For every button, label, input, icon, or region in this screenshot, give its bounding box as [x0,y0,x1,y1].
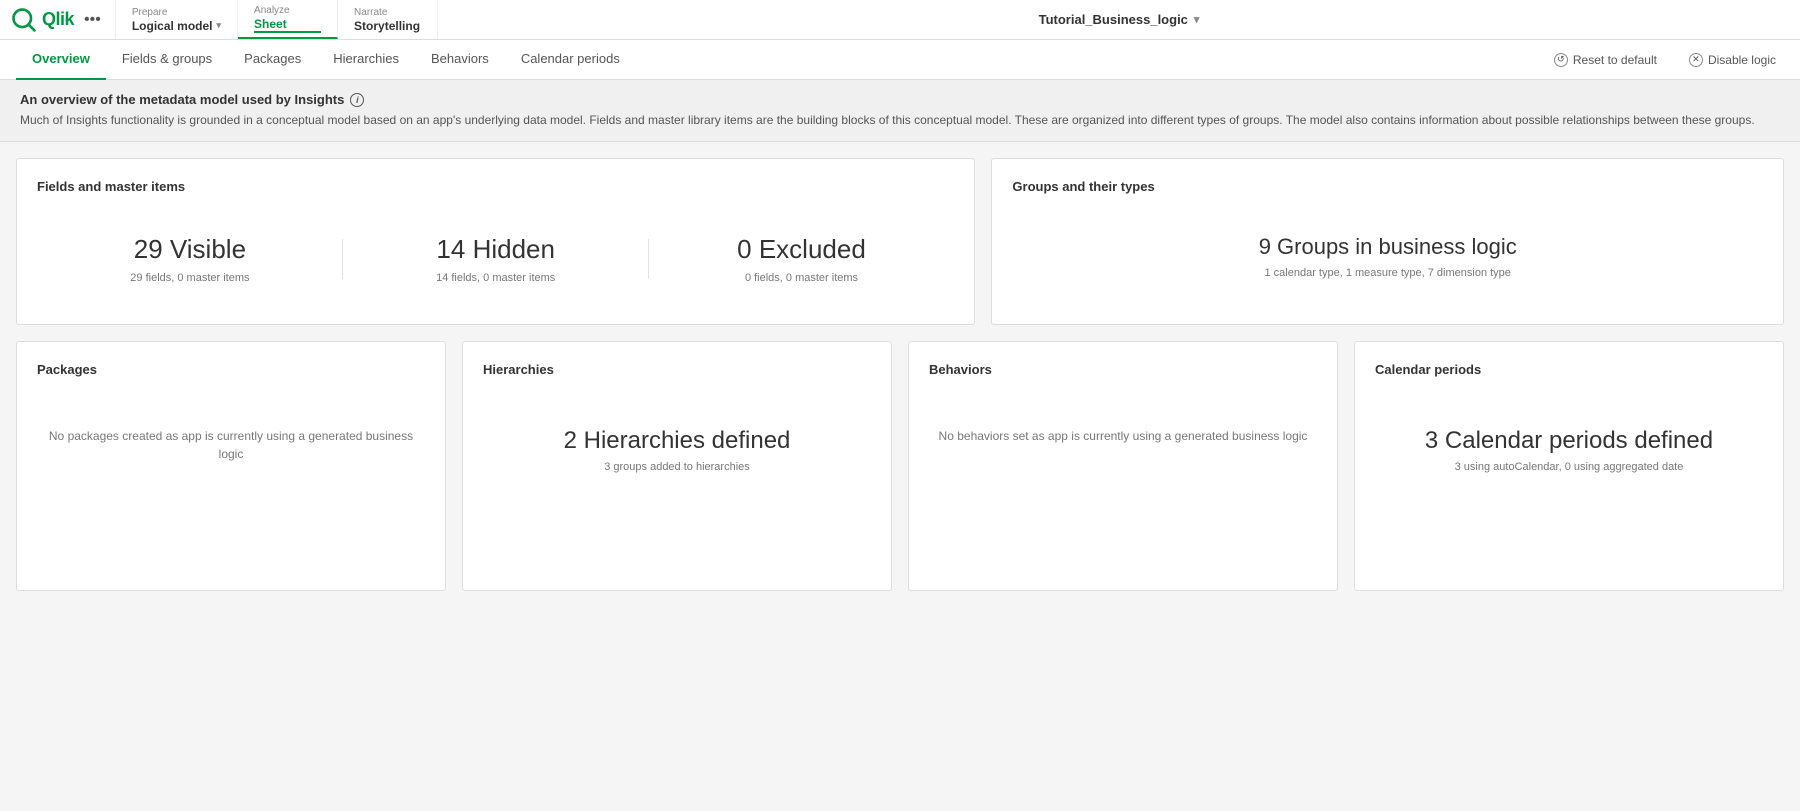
excluded-number: 0 Excluded [649,234,955,265]
calendar-periods-content: 3 Calendar periods defined 3 using autoC… [1375,407,1763,493]
info-banner: An overview of the metadata model used b… [0,80,1800,142]
tab-fields-groups[interactable]: Fields & groups [106,40,228,80]
tab-overview[interactable]: Overview [16,40,106,80]
prepare-dropdown-arrow: ▾ [217,20,222,31]
groups-card: Groups and their types 9 Groups in busin… [991,158,1784,325]
tab-packages[interactable]: Packages [228,40,317,80]
info-help-icon[interactable]: i [350,93,364,107]
hierarchies-card: Hierarchies 2 Hierarchies defined 3 grou… [462,341,892,591]
calendar-periods-title: Calendar periods [1375,362,1763,377]
visible-number: 29 Visible [37,234,343,265]
analyze-label: Analyze [254,5,321,17]
analyze-nav[interactable]: Analyze Sheet [238,0,338,39]
menu-dots-button[interactable]: ••• [80,9,105,31]
excluded-stat: 0 Excluded 0 fields, 0 master items [649,234,955,284]
hierarchies-sub: 3 groups added to hierarchies [604,461,750,473]
fields-master-items-card: Fields and master items 29 Visible 29 fi… [16,158,975,325]
fields-card-stats: 29 Visible 29 fields, 0 master items 14 … [37,214,954,304]
packages-content: No packages created as app is currently … [37,407,425,483]
hidden-stat: 14 Hidden 14 fields, 0 master items [343,234,649,284]
reset-to-default-button[interactable]: ↺ Reset to default [1546,49,1665,71]
groups-stat: 9 Groups in business logic 1 calendar ty… [1012,234,1763,279]
hierarchies-content: 2 Hierarchies defined 3 groups added to … [483,407,871,493]
behaviors-content: No behaviors set as app is currently usi… [929,407,1317,465]
behaviors-card: Behaviors No behaviors set as app is cur… [908,341,1338,591]
tab-hierarchies[interactable]: Hierarchies [317,40,415,80]
calendar-periods-sub: 3 using autoCalendar, 0 using aggregated… [1455,461,1684,473]
groups-card-title: Groups and their types [1012,179,1763,194]
cards-row-1: Fields and master items 29 Visible 29 fi… [16,158,1784,325]
groups-card-stats: 9 Groups in business logic 1 calendar ty… [1012,214,1763,299]
packages-title: Packages [37,362,425,377]
visible-stat: 29 Visible 29 fields, 0 master items [37,234,343,284]
behaviors-empty-text: No behaviors set as app is currently usi… [939,427,1308,445]
top-bar: Qlik ••• Prepare Logical model ▾ Analyze… [0,0,1800,40]
narrate-nav[interactable]: Narrate Storytelling [338,0,438,39]
info-banner-text: Much of Insights functionality is ground… [20,111,1780,129]
hierarchies-number: 2 Hierarchies defined [564,427,791,455]
tab-bar-right: ↺ Reset to default ✕ Disable logic [1546,49,1784,71]
narrate-label: Narrate [354,7,421,19]
hierarchies-title: Hierarchies [483,362,871,377]
hidden-number: 14 Hidden [343,234,649,265]
behaviors-title: Behaviors [929,362,1317,377]
disable-logic-button[interactable]: ✕ Disable logic [1681,49,1784,71]
packages-empty-text: No packages created as app is currently … [37,427,425,463]
calendar-periods-card: Calendar periods 3 Calendar periods defi… [1354,341,1784,591]
groups-sub: 1 calendar type, 1 measure type, 7 dimen… [1264,267,1510,279]
prepare-value: Logical model ▾ [132,19,221,33]
calendar-periods-number: 3 Calendar periods defined [1425,427,1713,455]
prepare-nav[interactable]: Prepare Logical model ▾ [116,0,238,39]
fields-card-title: Fields and master items [37,179,954,194]
cards-row-2: Packages No packages created as app is c… [16,341,1784,591]
app-title: Tutorial_Business_logic ▾ [438,0,1800,39]
logo-section: Qlik ••• [0,0,116,39]
title-dropdown-arrow[interactable]: ▾ [1194,13,1200,26]
info-banner-title: An overview of the metadata model used b… [20,92,1780,107]
disable-icon: ✕ [1689,53,1703,67]
tab-bar: Overview Fields & groups Packages Hierar… [0,40,1800,80]
qlik-logo-text: Qlik [42,9,74,30]
packages-card: Packages No packages created as app is c… [16,341,446,591]
narrate-value: Storytelling [354,19,421,33]
tab-calendar-periods[interactable]: Calendar periods [505,40,636,80]
visible-sub: 29 fields, 0 master items [130,272,249,284]
prepare-label: Prepare [132,7,221,19]
qlik-logo-icon [10,6,38,34]
excluded-sub: 0 fields, 0 master items [745,272,858,284]
groups-number: 9 Groups in business logic [1012,234,1763,260]
tab-behaviors[interactable]: Behaviors [415,40,505,80]
main-content: Fields and master items 29 Visible 29 fi… [0,142,1800,607]
hidden-sub: 14 fields, 0 master items [436,272,555,284]
reset-icon: ↺ [1554,53,1568,67]
qlik-logo: Qlik [10,6,74,34]
analyze-value: Sheet [254,17,321,33]
